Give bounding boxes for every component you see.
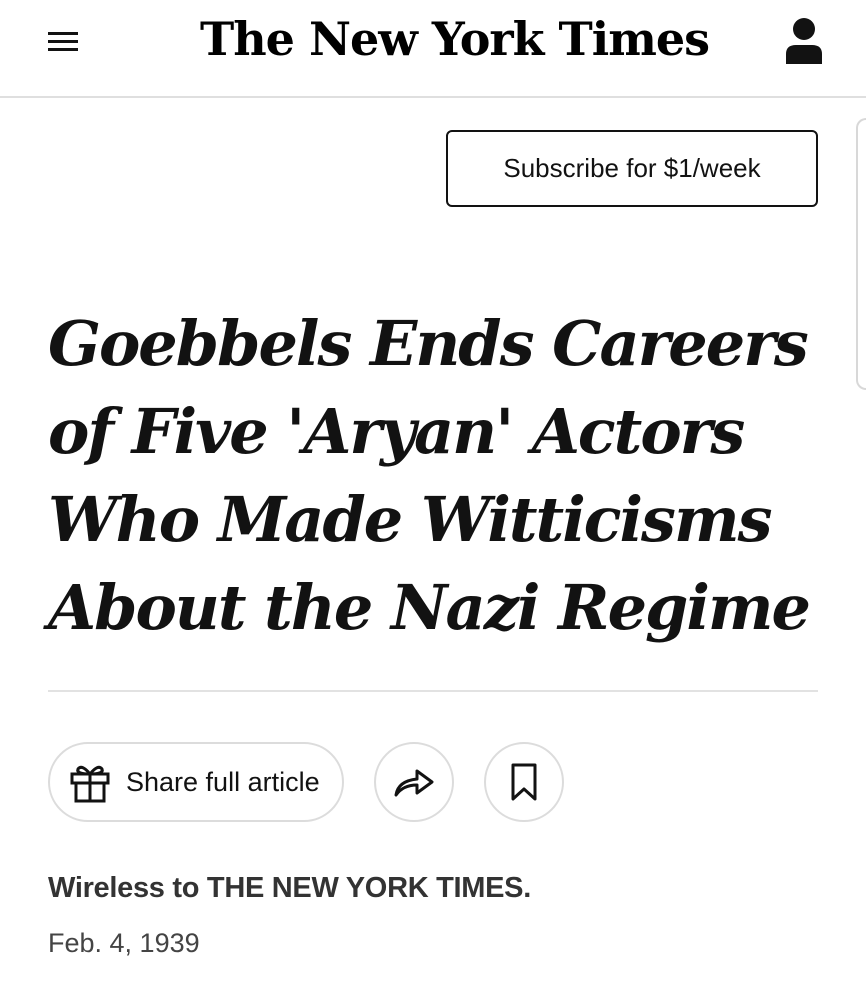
share-full-article-button[interactable]: Share full article	[48, 742, 344, 822]
article-byline: Wireless to THE NEW YORK TIMES.	[48, 872, 531, 904]
hamburger-menu-icon-bar	[48, 48, 78, 51]
gift-icon	[70, 765, 110, 803]
divider	[48, 690, 818, 692]
share-full-article-label: Share full article	[126, 766, 320, 797]
user-account-icon	[786, 18, 822, 64]
hamburger-menu-icon	[48, 32, 78, 35]
share-arrow-icon	[394, 769, 434, 797]
menu-button[interactable]	[48, 32, 82, 54]
share-button[interactable]	[374, 742, 454, 822]
account-button[interactable]	[782, 16, 826, 66]
side-panel-edge	[856, 118, 866, 390]
article-date: Feb. 4, 1939	[48, 928, 200, 958]
subscribe-button[interactable]: Subscribe for $1/week	[446, 130, 818, 207]
site-header: The New York Times	[0, 0, 866, 98]
hamburger-menu-icon-bar	[48, 40, 78, 43]
article-headline: Goebbels Ends Careers of Five 'Aryan' Ac…	[48, 307, 811, 644]
nyt-logo[interactable]: The New York Times	[200, 12, 710, 66]
bookmark-icon	[511, 763, 537, 801]
save-bookmark-button[interactable]	[484, 742, 564, 822]
